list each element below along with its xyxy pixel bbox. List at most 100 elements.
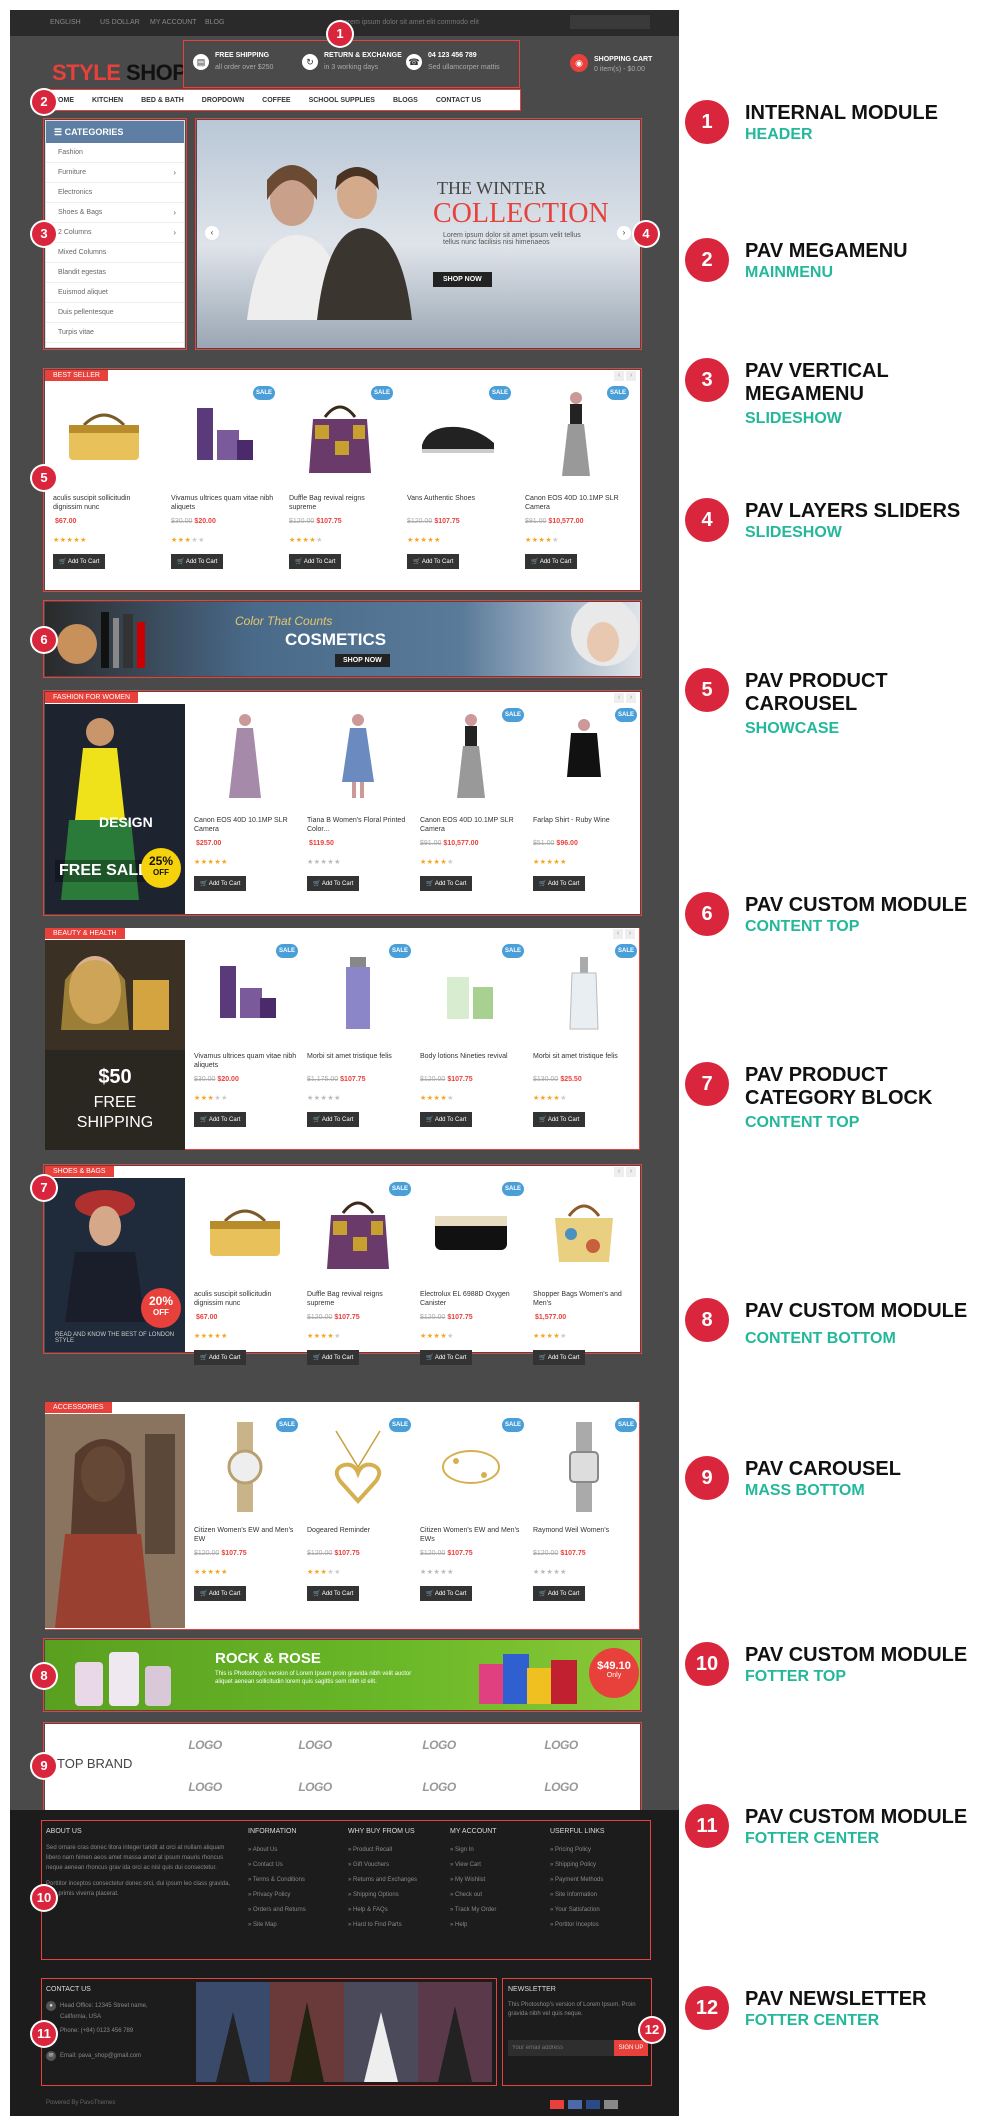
product-card[interactable]: SALE Citizen Women's EW and Men's EWs $1… <box>416 1418 526 1632</box>
product-name[interactable]: Tiana B Women's Floral Printed Color... <box>307 816 411 834</box>
footer-link[interactable]: » Site Information <box>550 1888 645 1903</box>
product-card[interactable]: Canon EOS 40D 10.1MP SLR Camera $257.00 … <box>190 712 300 922</box>
product-image[interactable] <box>531 390 621 480</box>
topbar-currency[interactable]: US DOLLAR <box>100 19 140 26</box>
footer-link[interactable]: » Track My Order <box>450 1903 540 1918</box>
product-card[interactable]: aculis suscipit sollicitudin dignissim n… <box>190 1186 300 1396</box>
product-card[interactable]: SALE Vivamus ultrices quam vitae nibh al… <box>167 386 277 600</box>
slider-next-icon[interactable]: › <box>617 226 631 240</box>
footer-link[interactable]: » Your Satisfaction <box>550 1903 645 1918</box>
footer-link[interactable]: » Sign In <box>450 1843 540 1858</box>
rock-rose-banner[interactable]: ROCK & ROSE This is Photoshop's version … <box>45 1640 640 1710</box>
vmenu-item[interactable]: Mixed Columns <box>46 243 184 263</box>
prev-icon[interactable]: ‹ <box>614 693 624 703</box>
nav-item-coffee[interactable]: COFFEE <box>253 97 299 104</box>
add-to-cart-button[interactable]: 🛒 Add To Cart <box>194 876 247 891</box>
product-name[interactable]: Raymond Weil Women's <box>533 1526 637 1535</box>
product-card[interactable]: SALE Canon EOS 40D 10.1MP SLR Camera $91… <box>416 708 526 922</box>
product-image[interactable] <box>200 1186 290 1276</box>
product-name[interactable]: aculis suscipit sollicitudin dignissim n… <box>53 494 157 512</box>
product-card[interactable]: SALE Citizen Women's EW and Men's EW $12… <box>190 1418 300 1632</box>
product-image[interactable] <box>539 1186 629 1276</box>
nav-item-contact[interactable]: CONTACT US <box>427 97 490 104</box>
brand-logo[interactable]: LOGO <box>265 1730 365 1760</box>
prev-icon[interactable]: ‹ <box>614 371 624 381</box>
vmenu-item[interactable]: Fashion <box>46 143 184 163</box>
footer-link[interactable]: » Contact Us <box>248 1858 338 1873</box>
product-card[interactable]: SALE Morbi sit amet tristique felis $130… <box>529 944 639 1158</box>
vmenu-item[interactable]: Duis pellentesque <box>46 303 184 323</box>
next-icon[interactable]: › <box>626 693 636 703</box>
product-name[interactable]: Electrolux EL 6988D Oxygen Canister <box>420 1290 524 1308</box>
slider-prev-icon[interactable]: ‹ <box>205 226 219 240</box>
nav-item-kitchen[interactable]: KITCHEN <box>83 97 132 104</box>
brand-logo[interactable]: LOGO <box>511 1730 611 1760</box>
product-name[interactable]: Dogeared Reminder <box>307 1526 411 1535</box>
cosmetics-shop-button[interactable]: SHOP NOW <box>335 654 390 667</box>
add-to-cart-button[interactable]: 🛒 Add To Cart <box>307 876 360 891</box>
product-image[interactable] <box>177 390 267 480</box>
product-name[interactable]: Canon EOS 40D 10.1MP SLR Camera <box>525 494 629 512</box>
product-image[interactable] <box>200 1422 290 1512</box>
product-name[interactable]: Body lotions Nineties revival <box>420 1052 524 1061</box>
product-name[interactable]: Canon EOS 40D 10.1MP SLR Camera <box>194 816 298 834</box>
add-to-cart-button[interactable]: 🛒 Add To Cart <box>194 1586 247 1601</box>
add-to-cart-button[interactable]: 🛒 Add To Cart <box>307 1112 360 1127</box>
product-card[interactable]: SALE Vans Authentic Shoes $120.00 $107.75… <box>403 386 513 600</box>
next-icon[interactable]: › <box>625 929 635 939</box>
nav-item-bed-bath[interactable]: BED & BATH <box>132 97 193 104</box>
add-to-cart-button[interactable]: 🛒 Add To Cart <box>420 1586 473 1601</box>
brand-logo[interactable]: LOGO <box>511 1772 611 1802</box>
footer-link[interactable]: » Orders and Returns <box>248 1903 338 1918</box>
add-to-cart-button[interactable]: 🛒 Add To Cart <box>407 554 460 569</box>
product-image[interactable] <box>200 712 290 802</box>
product-name[interactable]: Vivamus ultrices quam vitae nibh aliquet… <box>171 494 275 512</box>
product-card[interactable]: SALE Morbi sit amet tristique felis $1,1… <box>303 944 413 1158</box>
product-name[interactable]: Vivamus ultrices quam vitae nibh aliquet… <box>194 1052 298 1070</box>
product-image[interactable] <box>313 712 403 802</box>
product-image[interactable] <box>313 1422 403 1512</box>
product-image[interactable] <box>313 1186 403 1276</box>
product-name[interactable]: Vans Authentic Shoes <box>407 494 511 503</box>
product-image[interactable] <box>539 948 629 1038</box>
product-image[interactable] <box>200 948 290 1038</box>
vmenu-item[interactable]: 2 Columns › <box>46 223 184 243</box>
vmenu-item[interactable]: Blandit egestas <box>46 263 184 283</box>
prev-icon[interactable]: ‹ <box>613 929 623 939</box>
footer-link[interactable]: » Shipping Policy <box>550 1858 645 1873</box>
product-name[interactable]: Shopper Bags Women's and Men's <box>533 1290 637 1308</box>
vmenu-item[interactable]: Shoes & Bags › <box>46 203 184 223</box>
add-to-cart-button[interactable]: 🛒 Add To Cart <box>194 1350 247 1365</box>
shop-now-button[interactable]: SHOP NOW <box>433 272 492 287</box>
vmenu-item[interactable]: Turpis vitae <box>46 323 184 343</box>
product-name[interactable]: Citizen Women's EW and Men's EW <box>194 1526 298 1544</box>
product-card[interactable]: SALE Dogeared Reminder $120.00 $107.75 ★★… <box>303 1418 413 1632</box>
footer-link[interactable]: » Portitor Inceptos <box>550 1918 645 1933</box>
brand-logo[interactable]: LOGO <box>265 1772 365 1802</box>
footer-link[interactable]: » Terms & Conditions <box>248 1873 338 1888</box>
topbar-search-input[interactable] <box>570 15 650 29</box>
footer-link[interactable]: » Check out <box>450 1888 540 1903</box>
product-image[interactable] <box>413 390 503 480</box>
next-icon[interactable]: › <box>626 1167 636 1177</box>
sign-up-button[interactable]: SIGN UP <box>614 2040 648 2056</box>
add-to-cart-button[interactable]: 🛒 Add To Cart <box>420 1350 473 1365</box>
product-card[interactable]: SALE Duffle Bag revival reigns supreme $… <box>303 1182 413 1396</box>
vmenu-item[interactable]: Furniture › <box>46 163 184 183</box>
nav-item-school[interactable]: SCHOOL SUPPLIES <box>300 97 384 104</box>
product-image[interactable] <box>426 1186 516 1276</box>
product-name[interactable]: Canon EOS 40D 10.1MP SLR Camera <box>420 816 524 834</box>
product-image[interactable] <box>426 948 516 1038</box>
brand-logo[interactable]: LOGO <box>155 1772 255 1802</box>
product-name[interactable]: Citizen Women's EW and Men's EWs <box>420 1526 524 1544</box>
product-card[interactable]: Shopper Bags Women's and Men's $1,577.00… <box>529 1186 639 1396</box>
next-icon[interactable]: › <box>626 371 636 381</box>
cosmetics-banner[interactable]: Color That Counts COSMETICS SHOP NOW <box>45 602 640 676</box>
product-image[interactable] <box>539 1422 629 1512</box>
brand-logo[interactable]: LOGO <box>155 1730 255 1760</box>
product-card[interactable]: SALE Farlap Shirt - Ruby Wine $51.00 $96.… <box>529 708 639 922</box>
vmenu-item[interactable]: Electronics <box>46 183 184 203</box>
footer-link[interactable]: » Site Map <box>248 1918 338 1933</box>
add-to-cart-button[interactable]: 🛒 Add To Cart <box>307 1586 360 1601</box>
product-image[interactable] <box>426 1422 516 1512</box>
